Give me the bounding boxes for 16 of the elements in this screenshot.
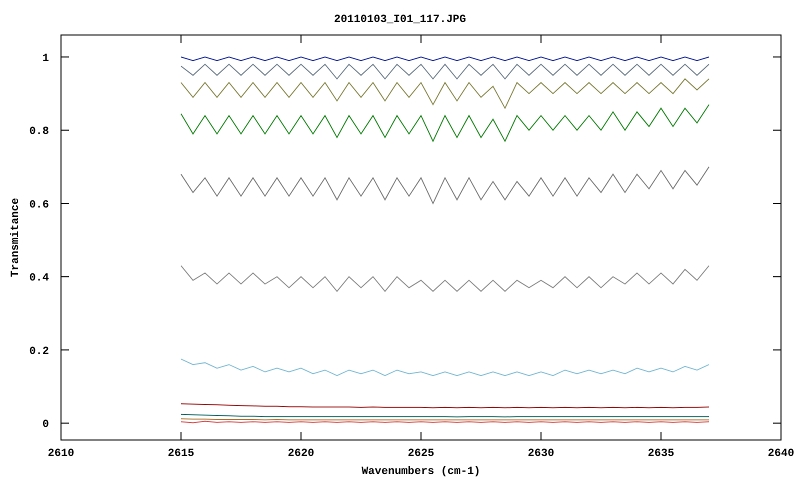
- x-tick-label: 2640: [768, 448, 794, 460]
- x-tick-label: 2615: [168, 448, 194, 460]
- x-tick-label: 2625: [408, 448, 434, 460]
- y-tick-label: 0.4: [29, 272, 49, 285]
- y-tick-label: 1: [42, 52, 49, 65]
- x-tick-label: 2620: [288, 448, 314, 460]
- y-tick-label: 0.2: [29, 346, 49, 358]
- y-tick-label: 0: [42, 419, 49, 432]
- chart-title: 20110103_I01_117.JPG: [334, 14, 466, 26]
- y-tick-label: 0.8: [29, 126, 49, 138]
- x-tick-label: 2630: [528, 448, 554, 460]
- x-tick-label: 2610: [48, 448, 74, 460]
- x-axis-label: Wavenumbers (cm-1): [362, 466, 480, 478]
- x-tick-label: 2635: [648, 448, 674, 460]
- y-tick-label: 0.6: [29, 199, 49, 212]
- y-axis-label: Transmitance: [10, 198, 22, 278]
